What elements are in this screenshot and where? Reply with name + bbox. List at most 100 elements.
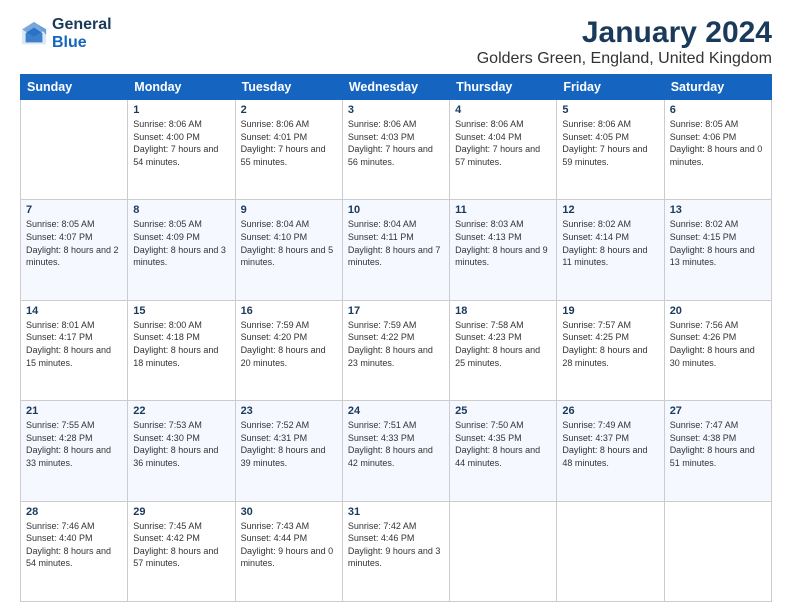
calendar-header-thursday: Thursday bbox=[450, 75, 557, 100]
day-number: 25 bbox=[455, 405, 551, 417]
day-number: 22 bbox=[133, 405, 229, 417]
calendar-cell: 21 Sunrise: 7:55 AMSunset: 4:28 PMDayligh… bbox=[21, 401, 128, 501]
subtitle: Golders Green, England, United Kingdom bbox=[477, 50, 772, 68]
calendar-cell bbox=[450, 501, 557, 601]
calendar-cell: 29Sunrise: 7:45 AMSunset: 4:42 PMDayligh… bbox=[128, 501, 235, 601]
logo: General Blue bbox=[20, 16, 112, 52]
calendar-week-4: 21 Sunrise: 7:55 AMSunset: 4:28 PMDayligh… bbox=[21, 401, 772, 501]
day-info: Sunrise: 7:47 AMSunset: 4:38 PMDaylight:… bbox=[670, 420, 755, 468]
calendar-cell: 4Sunrise: 8:06 AMSunset: 4:04 PMDaylight… bbox=[450, 100, 557, 200]
calendar-cell: 28Sunrise: 7:46 AMSunset: 4:40 PMDayligh… bbox=[21, 501, 128, 601]
day-info: Sunrise: 8:06 AMSunset: 4:03 PMDaylight:… bbox=[348, 119, 433, 167]
calendar-cell: 7 Sunrise: 8:05 AMSunset: 4:07 PMDaylight… bbox=[21, 200, 128, 300]
header: General Blue January 2024 Golders Green,… bbox=[20, 16, 772, 68]
day-number: 19 bbox=[562, 305, 658, 317]
day-info: Sunrise: 7:50 AMSunset: 4:35 PMDaylight:… bbox=[455, 420, 540, 468]
calendar-cell: 20Sunrise: 7:56 AMSunset: 4:26 PMDayligh… bbox=[664, 300, 771, 400]
day-info: Sunrise: 8:05 AMSunset: 4:06 PMDaylight:… bbox=[670, 119, 763, 167]
day-number: 26 bbox=[562, 405, 658, 417]
day-number: 7 bbox=[26, 204, 122, 216]
day-info: Sunrise: 7:49 AMSunset: 4:37 PMDaylight:… bbox=[562, 420, 647, 468]
calendar-cell: 10 Sunrise: 8:04 AMSunset: 4:11 PMDayligh… bbox=[342, 200, 449, 300]
day-number: 18 bbox=[455, 305, 551, 317]
day-info: Sunrise: 8:00 AMSunset: 4:18 PMDaylight:… bbox=[133, 320, 218, 368]
day-number: 28 bbox=[26, 506, 122, 518]
calendar-cell: 13 Sunrise: 8:02 AMSunset: 4:15 PMDayligh… bbox=[664, 200, 771, 300]
day-number: 27 bbox=[670, 405, 766, 417]
day-info: Sunrise: 7:59 AMSunset: 4:20 PMDaylight:… bbox=[241, 320, 326, 368]
day-number: 13 bbox=[670, 204, 766, 216]
calendar-cell: 22 Sunrise: 7:53 AMSunset: 4:30 PMDayligh… bbox=[128, 401, 235, 501]
logo-text: General Blue bbox=[52, 16, 112, 52]
calendar-header-friday: Friday bbox=[557, 75, 664, 100]
calendar: SundayMondayTuesdayWednesdayThursdayFrid… bbox=[20, 74, 772, 602]
day-number: 21 bbox=[26, 405, 122, 417]
calendar-cell: 19 Sunrise: 7:57 AMSunset: 4:25 PMDayligh… bbox=[557, 300, 664, 400]
day-info: Sunrise: 7:58 AMSunset: 4:23 PMDaylight:… bbox=[455, 320, 540, 368]
day-info: Sunrise: 8:06 AMSunset: 4:04 PMDaylight:… bbox=[455, 119, 540, 167]
day-number: 11 bbox=[455, 204, 551, 216]
day-number: 6 bbox=[670, 104, 766, 116]
calendar-cell: 12Sunrise: 8:02 AMSunset: 4:14 PMDayligh… bbox=[557, 200, 664, 300]
day-number: 9 bbox=[241, 204, 337, 216]
day-number: 14 bbox=[26, 305, 122, 317]
day-number: 3 bbox=[348, 104, 444, 116]
calendar-cell: 27 Sunrise: 7:47 AMSunset: 4:38 PMDayligh… bbox=[664, 401, 771, 501]
logo-general: General bbox=[52, 16, 112, 34]
calendar-cell: 25 Sunrise: 7:50 AMSunset: 4:35 PMDayligh… bbox=[450, 401, 557, 501]
day-info: Sunrise: 7:57 AMSunset: 4:25 PMDaylight:… bbox=[562, 320, 647, 368]
day-info: Sunrise: 7:55 AMSunset: 4:28 PMDaylight:… bbox=[26, 420, 111, 468]
calendar-week-1: 1 Sunrise: 8:06 AMSunset: 4:00 PMDaylight… bbox=[21, 100, 772, 200]
calendar-cell: 8 Sunrise: 8:05 AMSunset: 4:09 PMDaylight… bbox=[128, 200, 235, 300]
calendar-header-wednesday: Wednesday bbox=[342, 75, 449, 100]
day-number: 17 bbox=[348, 305, 444, 317]
calendar-cell: 5 Sunrise: 8:06 AMSunset: 4:05 PMDaylight… bbox=[557, 100, 664, 200]
calendar-cell: 23 Sunrise: 7:52 AMSunset: 4:31 PMDayligh… bbox=[235, 401, 342, 501]
day-number: 10 bbox=[348, 204, 444, 216]
logo-blue: Blue bbox=[52, 34, 112, 52]
day-number: 20 bbox=[670, 305, 766, 317]
calendar-cell: 16 Sunrise: 7:59 AMSunset: 4:20 PMDayligh… bbox=[235, 300, 342, 400]
day-info: Sunrise: 8:06 AMSunset: 4:05 PMDaylight:… bbox=[562, 119, 647, 167]
day-info: Sunrise: 7:42 AMSunset: 4:46 PMDaylight:… bbox=[348, 521, 441, 569]
calendar-cell: 9Sunrise: 8:04 AMSunset: 4:10 PMDaylight… bbox=[235, 200, 342, 300]
day-number: 8 bbox=[133, 204, 229, 216]
calendar-header-monday: Monday bbox=[128, 75, 235, 100]
day-info: Sunrise: 8:05 AMSunset: 4:07 PMDaylight:… bbox=[26, 219, 119, 267]
day-number: 12 bbox=[562, 204, 658, 216]
day-info: Sunrise: 7:43 AMSunset: 4:44 PMDaylight:… bbox=[241, 521, 334, 569]
day-info: Sunrise: 8:01 AMSunset: 4:17 PMDaylight:… bbox=[26, 320, 111, 368]
day-number: 15 bbox=[133, 305, 229, 317]
day-number: 2 bbox=[241, 104, 337, 116]
day-info: Sunrise: 7:53 AMSunset: 4:30 PMDaylight:… bbox=[133, 420, 218, 468]
calendar-week-5: 28Sunrise: 7:46 AMSunset: 4:40 PMDayligh… bbox=[21, 501, 772, 601]
calendar-cell: 1 Sunrise: 8:06 AMSunset: 4:00 PMDaylight… bbox=[128, 100, 235, 200]
calendar-cell: 2 Sunrise: 8:06 AMSunset: 4:01 PMDaylight… bbox=[235, 100, 342, 200]
day-number: 16 bbox=[241, 305, 337, 317]
calendar-cell bbox=[557, 501, 664, 601]
day-info: Sunrise: 8:02 AMSunset: 4:15 PMDaylight:… bbox=[670, 219, 755, 267]
calendar-cell: 18 Sunrise: 7:58 AMSunset: 4:23 PMDayligh… bbox=[450, 300, 557, 400]
day-info: Sunrise: 7:52 AMSunset: 4:31 PMDaylight:… bbox=[241, 420, 326, 468]
calendar-header-saturday: Saturday bbox=[664, 75, 771, 100]
calendar-cell: 24Sunrise: 7:51 AMSunset: 4:33 PMDayligh… bbox=[342, 401, 449, 501]
day-info: Sunrise: 8:05 AMSunset: 4:09 PMDaylight:… bbox=[133, 219, 226, 267]
day-info: Sunrise: 7:59 AMSunset: 4:22 PMDaylight:… bbox=[348, 320, 433, 368]
day-info: Sunrise: 8:06 AMSunset: 4:01 PMDaylight:… bbox=[241, 119, 326, 167]
day-info: Sunrise: 7:51 AMSunset: 4:33 PMDaylight:… bbox=[348, 420, 433, 468]
calendar-cell: 14 Sunrise: 8:01 AMSunset: 4:17 PMDayligh… bbox=[21, 300, 128, 400]
day-number: 23 bbox=[241, 405, 337, 417]
day-number: 30 bbox=[241, 506, 337, 518]
calendar-cell bbox=[21, 100, 128, 200]
day-info: Sunrise: 8:04 AMSunset: 4:11 PMDaylight:… bbox=[348, 219, 441, 267]
calendar-cell bbox=[664, 501, 771, 601]
calendar-cell: 30 Sunrise: 7:43 AMSunset: 4:44 PMDayligh… bbox=[235, 501, 342, 601]
calendar-cell: 26 Sunrise: 7:49 AMSunset: 4:37 PMDayligh… bbox=[557, 401, 664, 501]
calendar-week-3: 14 Sunrise: 8:01 AMSunset: 4:17 PMDayligh… bbox=[21, 300, 772, 400]
main-title: January 2024 bbox=[477, 16, 772, 50]
day-number: 5 bbox=[562, 104, 658, 116]
day-info: Sunrise: 8:06 AMSunset: 4:00 PMDaylight:… bbox=[133, 119, 218, 167]
day-number: 29 bbox=[133, 506, 229, 518]
day-number: 31 bbox=[348, 506, 444, 518]
day-number: 1 bbox=[133, 104, 229, 116]
